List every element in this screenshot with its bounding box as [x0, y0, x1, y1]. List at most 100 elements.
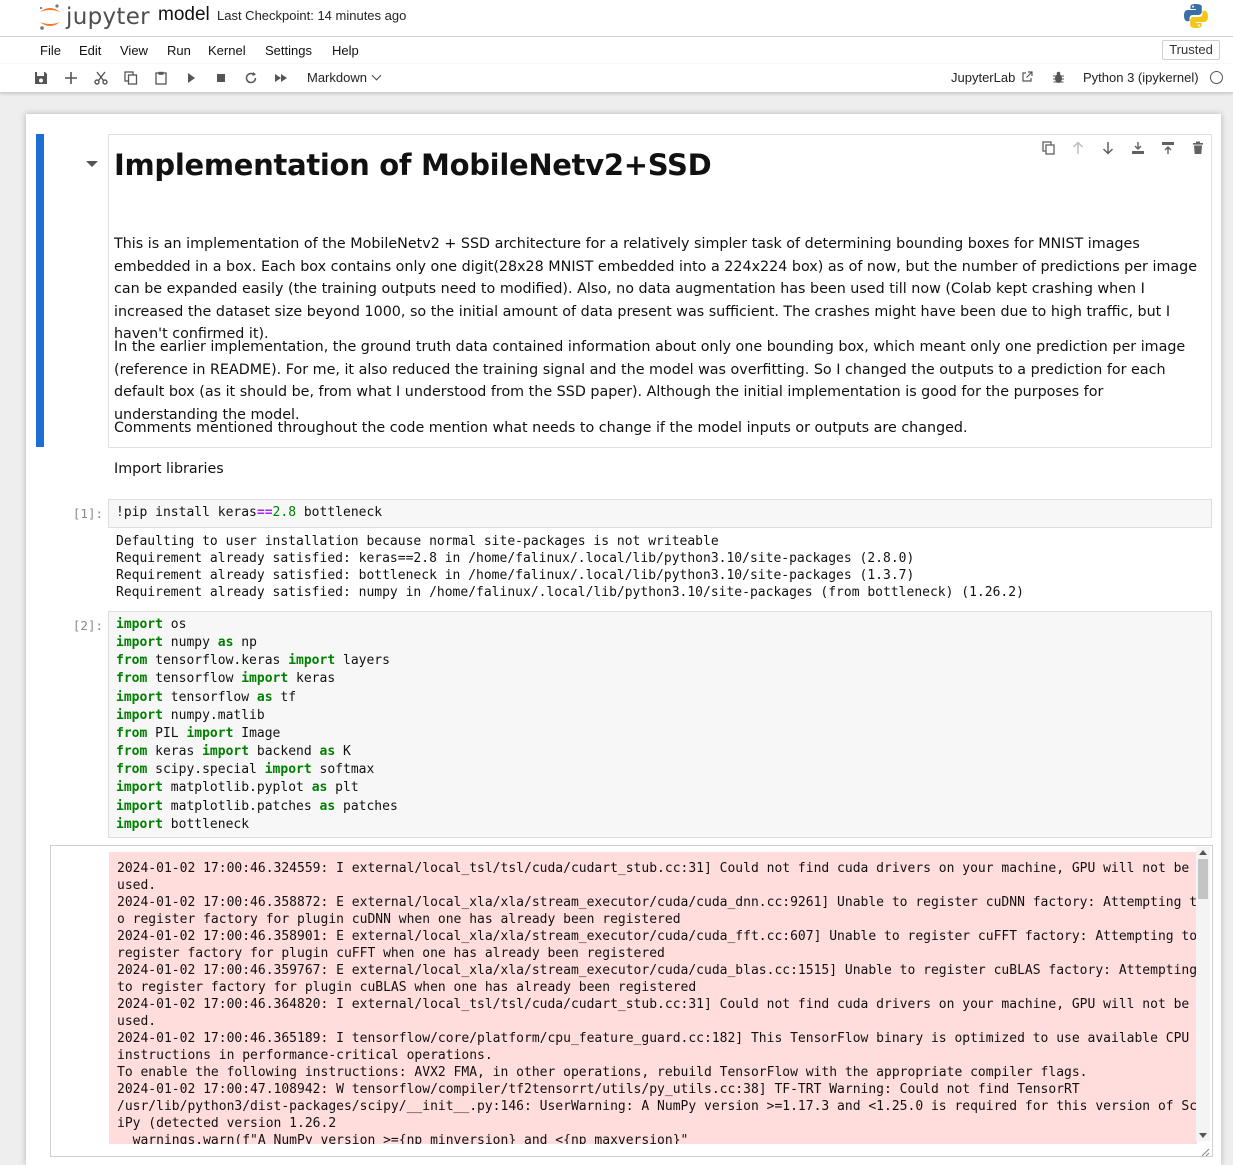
code-text: numpy.matlib: [162, 707, 265, 723]
code-text: bottleneck: [162, 816, 250, 832]
fast-forward-icon[interactable]: [273, 70, 289, 86]
code-text: scipy.special: [147, 762, 265, 778]
notebook-title[interactable]: model: [158, 4, 210, 26]
code-text: numpy: [162, 635, 218, 651]
menu-help[interactable]: Help: [332, 43, 359, 58]
cell-type-value: Markdown: [307, 70, 367, 85]
menu-bar: File Edit View Run Kernel Settings Help: [0, 36, 1233, 65]
move-up-icon[interactable]: [1070, 140, 1086, 156]
code-line: import numpy as np: [116, 634, 257, 652]
code-line: from scipy.special import softmax: [116, 761, 374, 779]
cell-output-stdout: Defaulting to user installation because …: [116, 534, 1024, 600]
code-keyword: import: [116, 635, 163, 651]
collapse-heading-caret-icon[interactable]: [86, 161, 98, 167]
menu-run[interactable]: Run: [167, 43, 191, 58]
menu-kernel[interactable]: Kernel: [208, 43, 246, 58]
code-line: from keras import backend as K: [116, 743, 351, 761]
code-keyword: as: [217, 635, 234, 651]
code-line: from tensorflow.keras import layers: [116, 652, 390, 670]
code-text: layers: [335, 653, 390, 669]
insert-above-icon[interactable]: [1130, 140, 1146, 156]
code-line: import tensorflow as tf: [116, 689, 296, 707]
restart-icon[interactable]: [243, 70, 259, 86]
jupyter-logo[interactable]: jupyter: [37, 2, 150, 32]
cell-prompt: [2]:: [72, 618, 103, 633]
resize-grip-icon[interactable]: [1201, 1144, 1210, 1157]
python-logo-icon: [1182, 2, 1210, 35]
logo-text: jupyter: [66, 4, 150, 30]
code-keyword: import: [116, 816, 163, 832]
code-text: softmax: [311, 762, 375, 778]
menu-edit[interactable]: Edit: [79, 43, 101, 58]
code-line: import numpy.matlib: [116, 707, 265, 725]
jupyterlab-label: JupyterLab: [951, 70, 1016, 85]
menu-settings[interactable]: Settings: [265, 43, 312, 58]
code-keyword: as: [311, 780, 328, 796]
menu-view[interactable]: View: [120, 43, 148, 58]
duplicate-icon[interactable]: [1040, 140, 1056, 156]
code-text: plt: [327, 780, 359, 796]
markdown-paragraph: This is an implementation of the MobileN…: [114, 236, 1198, 342]
code-keyword: import: [202, 744, 250, 760]
menu-file[interactable]: File: [40, 43, 61, 58]
kernel-name[interactable]: Python 3 (ipykernel): [1083, 70, 1199, 85]
paste-icon[interactable]: [153, 70, 169, 86]
code-keyword: import: [116, 780, 163, 796]
debugger-bug-icon[interactable]: [1052, 71, 1065, 89]
code-line: !pip install keras==2.8 bottleneck: [116, 504, 382, 522]
stop-icon[interactable]: [213, 70, 229, 86]
code-keyword: from: [116, 762, 148, 778]
code-keyword: import: [116, 617, 163, 632]
code-keyword: import: [116, 707, 163, 723]
jupyter-logo-icon: [39, 4, 60, 30]
code-number: 2.8: [272, 505, 297, 520]
code-text: tensorflow: [147, 671, 242, 687]
scroll-up-arrow-icon[interactable]: [1199, 850, 1207, 855]
code-text: matplotlib.patches: [162, 798, 320, 814]
code-text: np: [233, 635, 257, 651]
move-down-icon[interactable]: [1100, 140, 1116, 156]
delete-icon[interactable]: [1190, 140, 1206, 156]
scroll-down-arrow-icon[interactable]: [1199, 1133, 1207, 1138]
code-text: keras: [147, 744, 203, 760]
trusted-badge[interactable]: Trusted: [1162, 40, 1220, 60]
markdown-cell-import-libraries[interactable]: Import libraries: [114, 461, 224, 477]
copy-icon[interactable]: [123, 70, 139, 86]
save-icon[interactable]: [33, 70, 49, 86]
add-cell-icon[interactable]: [63, 70, 79, 86]
code-text: PIL: [147, 725, 187, 741]
code-keyword: import: [288, 653, 336, 669]
cell-type-select[interactable]: Markdown: [307, 70, 382, 85]
code-keyword: import: [264, 762, 312, 778]
code-keyword: from: [116, 725, 148, 741]
run-icon[interactable]: [183, 70, 199, 86]
code-text: keras: [288, 671, 336, 687]
stderr-text: 2024-01-02 17:00:46.324559: I external/l…: [117, 861, 1197, 1144]
code-text: patches: [335, 798, 398, 814]
code-keyword: import: [186, 725, 234, 741]
code-operator: ==: [256, 505, 273, 520]
code-text: tensorflow: [162, 689, 257, 705]
code-keyword: as: [319, 744, 336, 760]
code-text: !pip install keras: [116, 505, 257, 520]
insert-below-icon[interactable]: [1160, 140, 1176, 156]
cell-prompt: [1]:: [72, 506, 103, 521]
code-line: from tensorflow import keras: [116, 670, 335, 688]
output-scrollbar[interactable]: [1196, 847, 1210, 1141]
code-keyword: as: [256, 689, 273, 705]
code-keyword: as: [319, 798, 336, 814]
code-line: import os: [116, 616, 186, 634]
code-text: bottleneck: [296, 505, 383, 520]
code-text: matplotlib.pyplot: [162, 780, 312, 796]
code-cell-1[interactable]: !pip install keras==2.8 bottleneck: [108, 499, 1212, 528]
jupyterlab-link[interactable]: JupyterLab: [951, 70, 1033, 85]
cut-icon[interactable]: [93, 70, 109, 86]
code-text: Image: [233, 725, 281, 741]
code-keyword: from: [116, 671, 148, 687]
cell-selection-bar[interactable]: [36, 134, 44, 447]
code-cell-2[interactable]: import os import numpy as np from tensorfl…: [108, 611, 1212, 838]
cell-output-area[interactable]: 2024-01-02 17:00:46.324559: I external/l…: [50, 845, 1213, 1157]
scroll-thumb[interactable]: [1198, 859, 1208, 899]
code-text: K: [335, 744, 351, 760]
code-line: import bottleneck: [116, 816, 249, 834]
